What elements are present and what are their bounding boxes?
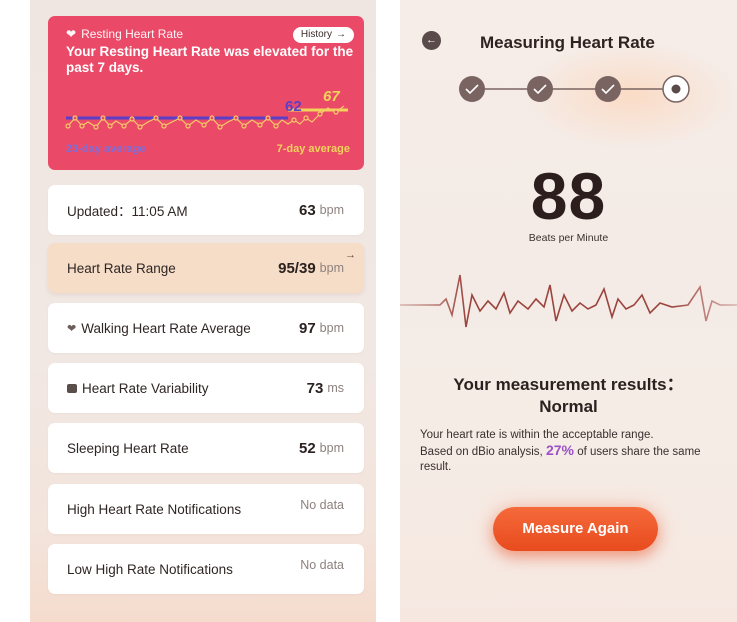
heart-icon: ❤ [66,27,77,41]
updated-label: Updated：11:05 AM [67,204,188,219]
measure-again-button[interactable]: Measure Again [493,507,658,551]
heart-rate-variability-row[interactable]: Heart Rate Variability 73 ms [48,363,364,413]
range-label: Heart Rate Range [67,260,176,276]
result-percent: 27% [545,442,574,458]
step-4-current [662,75,690,103]
range-unit: bpm [319,261,344,275]
back-button[interactable]: ← [422,31,441,50]
rhr-header: ❤ Resting Heart Rate [66,27,183,41]
hrv-number: 73 [306,379,324,397]
hrv-unit: ms [327,381,344,395]
updated-row[interactable]: Updated：11:05 AM 63 bpm [48,185,364,235]
high-notif-value: No data [300,498,344,512]
heart-rate-summary-panel: ❤ Resting Heart Rate History → Your Rest… [30,0,376,622]
walking-label: Walking Heart Rate Average [81,320,251,336]
walking-heart-rate-row[interactable]: ❤ Walking Heart Rate Average 97 bpm [48,303,364,353]
step-2-done [527,76,553,102]
history-button[interactable]: History → [292,27,354,43]
avg7-label: 7-day average [276,143,350,155]
walking-number: 97 [298,319,316,337]
page-title: Measuring Heart Rate [480,33,655,52]
arrow-right-icon: → [336,29,346,40]
heartbeat-waveform [400,274,737,328]
hrv-label: Heart Rate Variability [82,380,209,396]
bpm-label: Beats per Minute [528,232,609,244]
sleeping-number: 52 [298,439,316,457]
resting-heart-rate-card[interactable]: ❤ Resting Heart Rate History → Your Rest… [48,16,364,170]
arrow-left-icon: ← [426,34,437,46]
step-1-done [459,76,485,102]
hrv-label-group: Heart Rate Variability [67,363,209,413]
rhr-title: Resting Heart Rate [81,27,184,41]
rhr-trend-chart [65,105,348,130]
high-notif-label: High Heart Rate Notifications [67,501,242,517]
high-heart-rate-notifications-row[interactable]: High Heart Rate Notifications No data [48,484,364,534]
history-label: History [300,29,332,40]
result-status: Normal [539,397,598,416]
avg23-label: 23-day average [66,143,146,155]
result-desc-line2: Based on dBio analysis, 27% of users sha… [420,443,720,475]
low-notif-value-group: No data [300,544,344,594]
sleeping-heart-rate-row[interactable]: Sleeping Heart Rate 52 bpm [48,423,364,473]
hrv-value: 73 ms [307,363,344,413]
result-description: Your heart rate is within the acceptable… [420,428,720,475]
low-notif-value: No data [300,558,344,572]
high-notif-value-group: No data [300,484,344,534]
progress-steps [459,75,690,103]
range-number: 95/39 [278,259,316,277]
updated-unit: bpm [319,203,344,217]
measuring-panel: ← Measuring Heart Rate 88 Beats per Minu… [400,0,737,622]
heart-rate-range-row[interactable]: Heart Rate Range 95/39 bpm → [48,243,364,293]
arrow-right-icon: → [345,249,356,261]
bpm-value: 88 [530,159,607,233]
range-value: 95/39 bpm [278,243,344,293]
hrv-monitor-icon [67,383,77,393]
step-3-done [595,76,621,102]
sleeping-label: Sleeping Heart Rate [67,440,189,456]
walking-value: 97 bpm [299,303,344,353]
result-desc-line1: Your heart rate is within the acceptable… [420,429,654,441]
avg23-value: 62 [285,98,302,115]
updated-number: 63 [298,201,316,219]
sleeping-value: 52 bpm [299,423,344,473]
updated-value: 63 bpm [299,185,344,235]
low-notif-label: Low High Rate Notifications [67,561,233,577]
result-title: Your measurement results： [453,375,684,394]
low-heart-rate-notifications-row[interactable]: Low High Rate Notifications No data [48,544,364,594]
avg7-value: 67 [323,88,340,105]
heart-icon: ❤ [67,322,77,335]
rhr-message: Your Resting Heart Rate was elevated for… [66,44,354,75]
result-desc-prefix: Based on dBio analysis, [420,446,543,458]
sleeping-unit: bpm [319,441,344,455]
walking-label-group: ❤ Walking Heart Rate Average [67,303,251,353]
walking-unit: bpm [319,321,344,335]
